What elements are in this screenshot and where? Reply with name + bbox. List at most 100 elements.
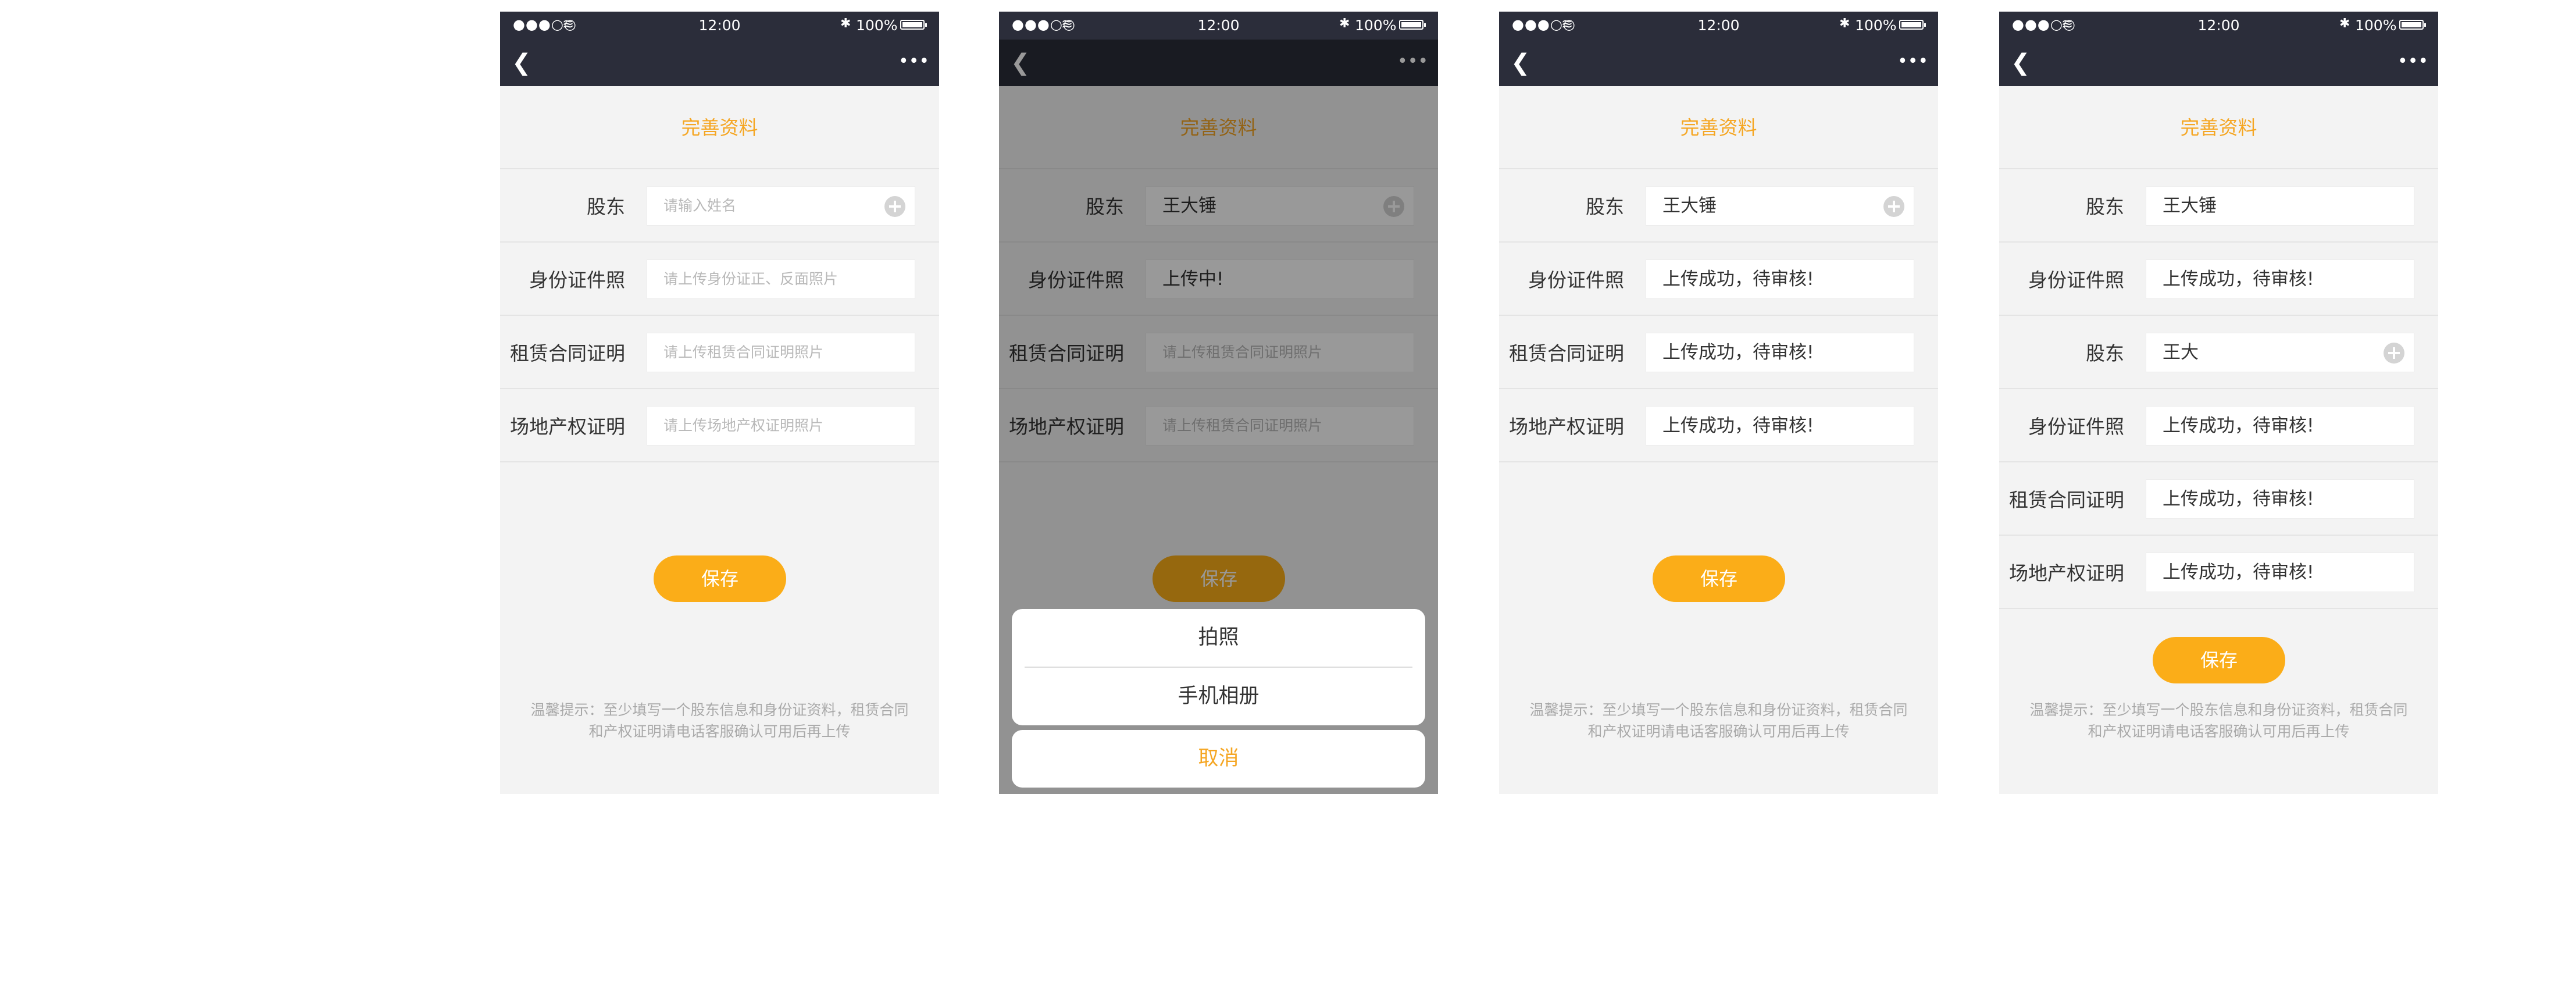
- input-value: 上传成功，待审核!: [2163, 415, 2314, 436]
- cancel-sheet: 取消: [1012, 730, 1425, 788]
- save-button[interactable]: 保存: [1653, 555, 1785, 602]
- phone-screen-photo-picker: ●●●○○ ≋ 12:00 ✱ 100% ❮ ••• 完善资料 股东 王大锤 身…: [999, 12, 1438, 794]
- field-label: 股东: [2086, 195, 2124, 218]
- field-label: 身份证件照: [529, 269, 625, 291]
- shareholder-name-input[interactable]: 请输入姓名: [647, 186, 915, 226]
- more-icon[interactable]: •••: [2397, 49, 2428, 74]
- lease-contract-upload-field[interactable]: 请上传租赁合同证明照片: [647, 333, 915, 372]
- form-row-property-certificate: 场地产权证明 请上传场地产权证明照片: [500, 389, 939, 462]
- cancel-button[interactable]: 取消: [1012, 730, 1425, 788]
- shareholder-name-input[interactable]: 王大锤: [2146, 186, 2414, 226]
- status-bar: ●●●○○ ≋ 12:00 ✱ 100%: [1499, 12, 1938, 40]
- page-title: 完善资料: [500, 86, 939, 169]
- bluetooth-icon: ✱: [840, 16, 851, 31]
- field-label: 身份证件照: [2028, 269, 2124, 291]
- shareholder-name-input[interactable]: 王大锤: [1646, 186, 1914, 226]
- form-row-property-certificate: 场地产权证明 上传成功，待审核!: [1999, 536, 2438, 609]
- back-chevron-icon[interactable]: ❮: [1511, 50, 1534, 76]
- battery-icon: [1399, 20, 1426, 30]
- form-row-shareholder: 股东 请输入姓名: [500, 169, 939, 243]
- form-row-shareholder: 股东 王大锤: [1499, 169, 1938, 243]
- field-label: 股东: [2086, 342, 2124, 365]
- field-label: 租赁合同证明: [2009, 489, 2124, 511]
- phone-screen-second-shareholder: ●●●○○ ≋ 12:00 ✱ 100% ❮ ••• 完善资料 股东 王大锤 身…: [1999, 12, 2438, 794]
- property-certificate-upload-field[interactable]: 上传成功，待审核!: [2146, 553, 2414, 592]
- property-certificate-upload-field[interactable]: 请上传场地产权证明照片: [647, 406, 915, 446]
- hint-line-2: 和产权证明请电话客服确认可用后再上传: [588, 723, 851, 740]
- input-value: 上传成功，待审核!: [2163, 489, 2314, 510]
- shareholder-name-input[interactable]: 王大: [2146, 333, 2414, 372]
- id-photo-upload-field[interactable]: 上传成功，待审核!: [2146, 259, 2414, 299]
- page-title: 完善资料: [1499, 86, 1938, 169]
- more-icon[interactable]: •••: [1897, 49, 1928, 74]
- field-label: 场地产权证明: [510, 415, 625, 438]
- form-row-id-photo: 身份证件照 请上传身份证正、反面照片: [500, 243, 939, 316]
- property-certificate-upload-field[interactable]: 上传成功，待审核!: [1646, 406, 1914, 446]
- status-bar: ●●●○○ ≋ 12:00 ✱ 100%: [999, 12, 1438, 40]
- field-label: 场地产权证明: [2009, 562, 2124, 585]
- add-shareholder-icon[interactable]: [2384, 343, 2404, 364]
- take-photo-option[interactable]: 拍照: [1012, 609, 1425, 667]
- battery-icon: [900, 20, 927, 30]
- form-row-id-photo: 身份证件照 上传成功，待审核!: [1499, 243, 1938, 316]
- battery-percent: 100%: [856, 17, 898, 34]
- lease-contract-upload-field[interactable]: 上传成功，待审核!: [1646, 333, 1914, 372]
- action-sheet: 拍照 手机相册: [1012, 609, 1425, 725]
- battery-icon: [2399, 20, 2426, 30]
- bluetooth-icon: ✱: [1839, 16, 1850, 31]
- field-label: 租赁合同证明: [1509, 342, 1624, 365]
- hint-text: 温馨提示：至少填写一个股东信息和身份证资料，租赁合同 和产权证明请电话客服确认可…: [2017, 699, 2421, 742]
- save-button[interactable]: 保存: [2153, 637, 2285, 683]
- field-label: 股东: [587, 195, 625, 218]
- status-bar: ●●●○○ ≋ 12:00 ✱ 100%: [1999, 12, 2438, 40]
- form-row-lease-contract: 租赁合同证明 上传成功，待审核!: [1499, 316, 1938, 389]
- battery-percent: 100%: [1855, 17, 1897, 34]
- hint-line-1: 温馨提示：至少填写一个股东信息和身份证资料，租赁合同: [1529, 701, 1908, 718]
- form-row-id-photo: 身份证件照 上传成功，待审核!: [1999, 243, 2438, 316]
- nav-bar: ❮ •••: [500, 40, 939, 86]
- hint-text: 温馨提示：至少填写一个股东信息和身份证资料，租赁合同 和产权证明请电话客服确认可…: [518, 699, 922, 742]
- input-value: 上传成功，待审核!: [1662, 269, 1814, 290]
- form-row-lease-contract: 租赁合同证明 上传成功，待审核!: [1999, 462, 2438, 536]
- field-label: 身份证件照: [2028, 415, 2124, 438]
- id-photo-upload-field[interactable]: 请上传身份证正、反面照片: [647, 259, 915, 299]
- hint-line-1: 温馨提示：至少填写一个股东信息和身份证资料，租赁合同: [530, 701, 909, 718]
- back-chevron-icon[interactable]: ❮: [2011, 50, 2034, 76]
- nav-bar: ❮ •••: [1499, 40, 1938, 86]
- back-chevron-icon[interactable]: ❮: [512, 50, 535, 76]
- field-label: 身份证件照: [1528, 269, 1624, 291]
- input-value: 王大锤: [2163, 195, 2217, 216]
- lease-contract-upload-field[interactable]: 上传成功，待审核!: [2146, 479, 2414, 519]
- form-row-id-photo-2: 身份证件照 上传成功，待审核!: [1999, 389, 2438, 462]
- status-bar: ●●●○○ ≋ 12:00 ✱ 100%: [500, 12, 939, 40]
- battery-icon: [1899, 20, 1926, 30]
- input-placeholder: 请输入姓名: [663, 197, 737, 214]
- hint-text: 温馨提示：至少填写一个股东信息和身份证资料，租赁合同 和产权证明请电话客服确认可…: [1517, 699, 1921, 742]
- input-placeholder: 请上传身份证正、反面照片: [663, 270, 839, 287]
- phone-screen-empty-form: ●●●○○ ≋ 12:00 ✱ 100% ❮ ••• 完善资料 股东 请输入姓名…: [500, 12, 939, 794]
- photo-album-option[interactable]: 手机相册: [1012, 668, 1425, 725]
- battery-percent: 100%: [1355, 17, 1397, 34]
- add-shareholder-icon[interactable]: [884, 196, 905, 217]
- input-placeholder: 请上传租赁合同证明照片: [663, 344, 824, 361]
- more-icon[interactable]: •••: [898, 49, 929, 74]
- input-value: 王大: [2163, 342, 2199, 363]
- page-title: 完善资料: [1999, 86, 2438, 169]
- form-row-lease-contract: 租赁合同证明 请上传租赁合同证明照片: [500, 316, 939, 389]
- id-photo-upload-field[interactable]: 上传成功，待审核!: [2146, 406, 2414, 446]
- field-label: 股东: [1586, 195, 1624, 218]
- bluetooth-icon: ✱: [2339, 16, 2350, 31]
- hint-line-2: 和产权证明请电话客服确认可用后再上传: [2088, 723, 2350, 740]
- hint-line-2: 和产权证明请电话客服确认可用后再上传: [1587, 723, 1850, 740]
- battery-percent: 100%: [2355, 17, 2397, 34]
- input-value: 上传成功，待审核!: [2163, 269, 2314, 290]
- input-value: 上传成功，待审核!: [1662, 342, 1814, 363]
- nav-bar: ❮ •••: [1999, 40, 2438, 86]
- save-button[interactable]: 保存: [654, 555, 786, 602]
- id-photo-upload-field[interactable]: 上传成功，待审核!: [1646, 259, 1914, 299]
- add-shareholder-icon[interactable]: [1883, 196, 1904, 217]
- form-row-shareholder-2: 股东 王大: [1999, 316, 2438, 389]
- phone-screen-upload-success: ●●●○○ ≋ 12:00 ✱ 100% ❮ ••• 完善资料 股东 王大锤 身…: [1499, 12, 1938, 794]
- bluetooth-icon: ✱: [1339, 16, 1350, 31]
- input-value: 王大锤: [1662, 195, 1717, 216]
